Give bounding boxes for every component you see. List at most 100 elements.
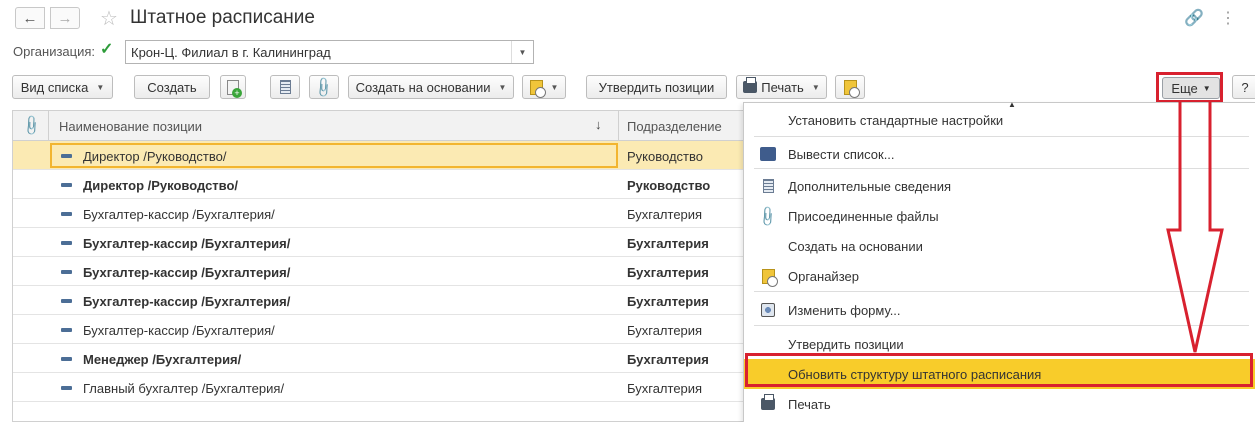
scroll-up-icon[interactable]: ▲ bbox=[1008, 100, 1016, 109]
printer-icon bbox=[743, 77, 758, 93]
department-name: Бухгалтерия bbox=[627, 207, 703, 222]
back-button[interactable]: ← bbox=[15, 7, 45, 29]
page-title: Штатное расписание bbox=[130, 7, 315, 28]
forward-button[interactable]: → bbox=[50, 7, 80, 29]
sort-arrow-icon: ↓ bbox=[595, 117, 602, 132]
menu-item-label: Утвердить позиции bbox=[788, 337, 904, 352]
position-name: Директор /Руководство/ bbox=[83, 178, 239, 193]
department-name: Руководство bbox=[627, 178, 711, 193]
arrow-left-icon: ← bbox=[22, 9, 38, 27]
chevron-down-icon: ▼ bbox=[550, 82, 559, 92]
more-label: Еще bbox=[1171, 80, 1198, 96]
menu-item-label: Дополнительные сведения bbox=[788, 179, 952, 194]
row-item-icon bbox=[61, 212, 72, 216]
position-name: Директор /Руководство/ bbox=[83, 149, 227, 164]
table-row[interactable]: Директор /Руководство/Руководство bbox=[13, 141, 745, 170]
paperclip-icon: 📎 bbox=[20, 113, 44, 137]
department-name: Бухгалтерия bbox=[627, 265, 709, 280]
position-name: Бухгалтер-кассир /Бухгалтерия/ bbox=[83, 207, 275, 222]
table-row[interactable]: Бухгалтер-кассир /Бухгалтерия/Бухгалтери… bbox=[13, 199, 745, 228]
menu-item[interactable]: Печать bbox=[744, 389, 1255, 419]
staff-table: 📎 Наименование позиции ↓ Подразделение Д… bbox=[12, 110, 745, 422]
organizer-icon bbox=[529, 79, 546, 98]
chevron-down-icon: ▼ bbox=[96, 82, 105, 92]
kebab-menu-icon[interactable]: ⋮ bbox=[1220, 8, 1236, 28]
create-label: Создать bbox=[147, 79, 197, 95]
chevron-down-icon[interactable]: ▼ bbox=[511, 41, 533, 63]
additional-info-button[interactable] bbox=[270, 75, 300, 99]
copy-button[interactable]: + bbox=[220, 75, 246, 99]
column-header-dept[interactable]: Подразделение bbox=[627, 119, 722, 134]
create-based-button[interactable]: Создать на основании ▼ bbox=[348, 75, 514, 99]
organizer-icon bbox=[760, 268, 778, 287]
organizer-quick-button[interactable] bbox=[835, 75, 865, 99]
organizer-icon bbox=[843, 79, 860, 98]
position-name: Бухгалтер-кассир /Бухгалтерия/ bbox=[83, 236, 291, 251]
department-name: Бухгалтерия bbox=[627, 236, 709, 251]
row-item-icon bbox=[61, 154, 72, 158]
department-name: Руководство bbox=[627, 149, 703, 164]
menu-item-label: Присоединенные файлы bbox=[788, 209, 939, 224]
help-label: ? bbox=[1241, 79, 1249, 95]
department-name: Бухгалтерия bbox=[627, 323, 703, 338]
print-button[interactable]: Печать ▼ bbox=[736, 75, 827, 99]
row-item-icon bbox=[61, 270, 72, 274]
position-name: Бухгалтер-кассир /Бухгалтерия/ bbox=[83, 265, 291, 280]
row-item-icon bbox=[61, 386, 72, 390]
table-row[interactable]: Бухгалтер-кассир /Бухгалтерия/Бухгалтери… bbox=[13, 228, 745, 257]
menu-item-label: Изменить форму... bbox=[788, 303, 901, 318]
position-name: Бухгалтер-кассир /Бухгалтерия/ bbox=[83, 294, 291, 309]
paperclip-icon: 📎 bbox=[756, 203, 781, 228]
row-item-icon bbox=[61, 328, 72, 332]
row-item-icon bbox=[61, 241, 72, 245]
table-row[interactable]: Директор /Руководство/Руководство bbox=[13, 170, 745, 199]
table-row[interactable]: Бухгалтер-кассир /Бухгалтерия/Бухгалтери… bbox=[13, 286, 745, 315]
paperclip-icon: 📎 bbox=[312, 74, 337, 99]
position-name: Менеджер /Бухгалтерия/ bbox=[83, 352, 242, 367]
chevron-down-icon: ▼ bbox=[498, 82, 507, 92]
table-row[interactable]: Главный бухгалтер /Бухгалтерия/Бухгалтер… bbox=[13, 373, 745, 402]
row-item-icon bbox=[61, 299, 72, 303]
link-icon[interactable]: 🔗 bbox=[1184, 8, 1204, 28]
position-name: Бухгалтер-кассир /Бухгалтерия/ bbox=[83, 323, 275, 338]
table-row[interactable]: Менеджер /Бухгалтерия/Бухгалтерия bbox=[13, 344, 745, 373]
department-name: Бухгалтерия bbox=[627, 294, 709, 309]
create-button[interactable]: Создать bbox=[134, 75, 210, 99]
table-header: 📎 Наименование позиции ↓ Подразделение bbox=[13, 111, 745, 141]
arrow-right-icon: → bbox=[57, 9, 73, 27]
chevron-down-icon: ▼ bbox=[811, 82, 820, 92]
column-header-name[interactable]: Наименование позиции bbox=[59, 119, 202, 134]
org-value: Крон-Ц. Филиал в г. Калининград bbox=[131, 45, 331, 60]
menu-item-label: Органайзер bbox=[788, 269, 859, 284]
view-list-button[interactable]: Вид списка ▼ bbox=[12, 75, 113, 99]
menu-item-label: Установить стандартные настройки bbox=[788, 113, 1004, 128]
printer-icon bbox=[760, 394, 776, 412]
attachments-button[interactable]: 📎 bbox=[309, 75, 339, 99]
menu-item-label: Вывести список... bbox=[788, 147, 895, 162]
favorite-star-icon[interactable]: ☆ bbox=[100, 6, 118, 31]
print-label: Печать bbox=[761, 79, 804, 95]
organizer-button[interactable]: ▼ bbox=[522, 75, 566, 99]
department-name: Бухгалтерия bbox=[627, 352, 709, 367]
annotation-arrow-icon bbox=[1166, 100, 1224, 353]
create-based-label: Создать на основании bbox=[355, 79, 491, 95]
title-bar: ← → ☆ Штатное расписание 🔗 ⋮ bbox=[0, 0, 1255, 38]
department-name: Бухгалтерия bbox=[627, 381, 703, 396]
org-filter-checkbox[interactable]: ✓ bbox=[100, 42, 116, 58]
new-document-icon: + bbox=[227, 79, 242, 98]
table-row[interactable]: Бухгалтер-кассир /Бухгалтерия/Бухгалтери… bbox=[13, 257, 745, 286]
org-label: Организация: bbox=[13, 44, 96, 59]
org-select-field[interactable]: Крон-Ц. Филиал в г. Калининград ▼ bbox=[125, 40, 534, 64]
more-button[interactable]: Еще ▼ bbox=[1162, 77, 1220, 99]
help-button[interactable]: ? bbox=[1232, 75, 1255, 99]
menu-item-label: Создать на основании bbox=[788, 239, 923, 254]
view-list-label: Вид списка bbox=[20, 79, 89, 95]
row-item-icon bbox=[61, 183, 72, 187]
chevron-down-icon: ▼ bbox=[1202, 83, 1211, 93]
form-icon bbox=[760, 302, 776, 318]
list-icon bbox=[760, 178, 776, 194]
table-row[interactable]: Бухгалтер-кассир /Бухгалтерия/Бухгалтери… bbox=[13, 315, 745, 344]
approve-positions-button[interactable]: Утвердить позиции bbox=[586, 75, 727, 99]
export-icon bbox=[760, 146, 776, 162]
list-icon bbox=[279, 80, 291, 94]
